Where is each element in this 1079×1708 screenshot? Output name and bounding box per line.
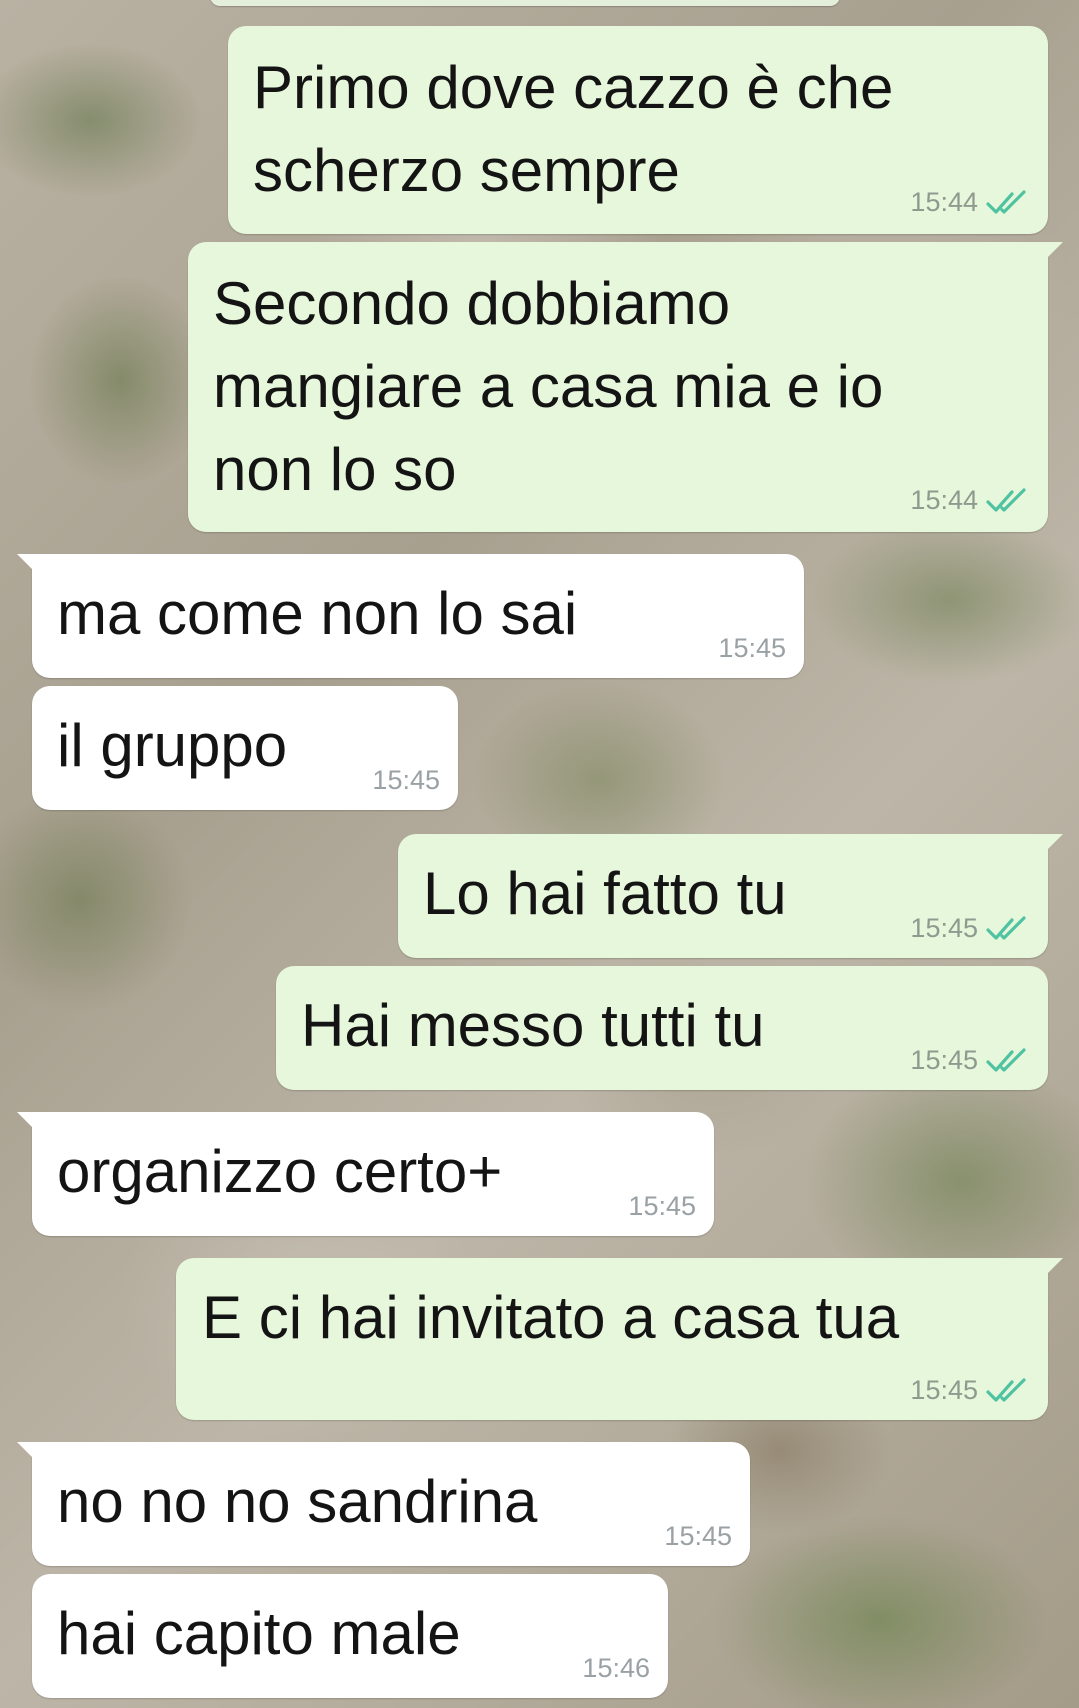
message-time: 15:45 [718, 633, 786, 663]
message-meta: 15:45 [718, 633, 786, 664]
double-check-icon [986, 915, 1026, 940]
message-time: 15:45 [910, 1375, 978, 1405]
previous-message-bubble-edge [210, 0, 840, 6]
message-meta: 15:45 [910, 1045, 1030, 1076]
message-text: E ci hai invitato a casa tua [202, 1284, 900, 1351]
message-meta: 15:45 [664, 1521, 732, 1552]
message-meta: 15:45 [910, 913, 1030, 944]
message-text: hai capito male [57, 1600, 461, 1667]
message-bubble-incoming[interactable]: ma come non lo sai 15:45 [17, 554, 804, 678]
message-text: Hai messo tutti tu [301, 992, 765, 1059]
double-check-icon [986, 189, 1026, 214]
message-text: il gruppo [57, 712, 288, 779]
message-bubble-outgoing[interactable]: Primo dove cazzo è che scherzo sempre 15… [228, 26, 1048, 234]
message-time: 15:45 [910, 1045, 978, 1075]
message-bubble-outgoing[interactable]: E ci hai invitato a casa tua 15:45 [176, 1258, 1063, 1420]
message-time: 15:44 [910, 485, 978, 515]
message-text: no no no sandrina [57, 1468, 538, 1535]
message-time: 15:45 [372, 765, 440, 795]
double-check-icon [986, 1377, 1026, 1402]
message-time: 15:45 [664, 1521, 732, 1551]
message-bubble-incoming[interactable]: hai capito male 15:46 [32, 1574, 668, 1698]
message-bubble-outgoing[interactable]: Secondo dobbiamo mangiare a casa mia e i… [188, 242, 1063, 532]
message-meta: 15:45 [910, 1375, 1030, 1406]
message-time: 15:46 [582, 1653, 650, 1683]
message-bubble-incoming[interactable]: no no no sandrina 15:45 [17, 1442, 750, 1566]
message-meta: 15:45 [628, 1191, 696, 1222]
message-meta: 15:45 [372, 765, 440, 796]
message-meta: 15:44 [910, 187, 1030, 218]
message-time: 15:45 [910, 913, 978, 943]
double-check-icon [986, 487, 1026, 512]
double-check-icon [986, 1047, 1026, 1072]
message-time: 15:44 [910, 187, 978, 217]
message-bubble-outgoing[interactable]: Hai messo tutti tu 15:45 [276, 966, 1048, 1090]
message-time: 15:45 [628, 1191, 696, 1221]
message-text: Secondo dobbiamo mangiare a casa mia e i… [213, 270, 884, 503]
message-text: Lo hai fatto tu [423, 860, 787, 927]
message-bubble-outgoing[interactable]: Lo hai fatto tu 15:45 [398, 834, 1063, 958]
message-text: Primo dove cazzo è che scherzo sempre [253, 54, 894, 204]
message-bubble-incoming[interactable]: il gruppo 15:45 [32, 686, 458, 810]
message-text: organizzo certo+ [57, 1138, 503, 1205]
message-meta: 15:44 [910, 485, 1030, 516]
message-bubble-incoming[interactable]: organizzo certo+ 15:45 [17, 1112, 714, 1236]
message-meta: 15:46 [582, 1653, 650, 1684]
message-text: ma come non lo sai [57, 580, 578, 647]
